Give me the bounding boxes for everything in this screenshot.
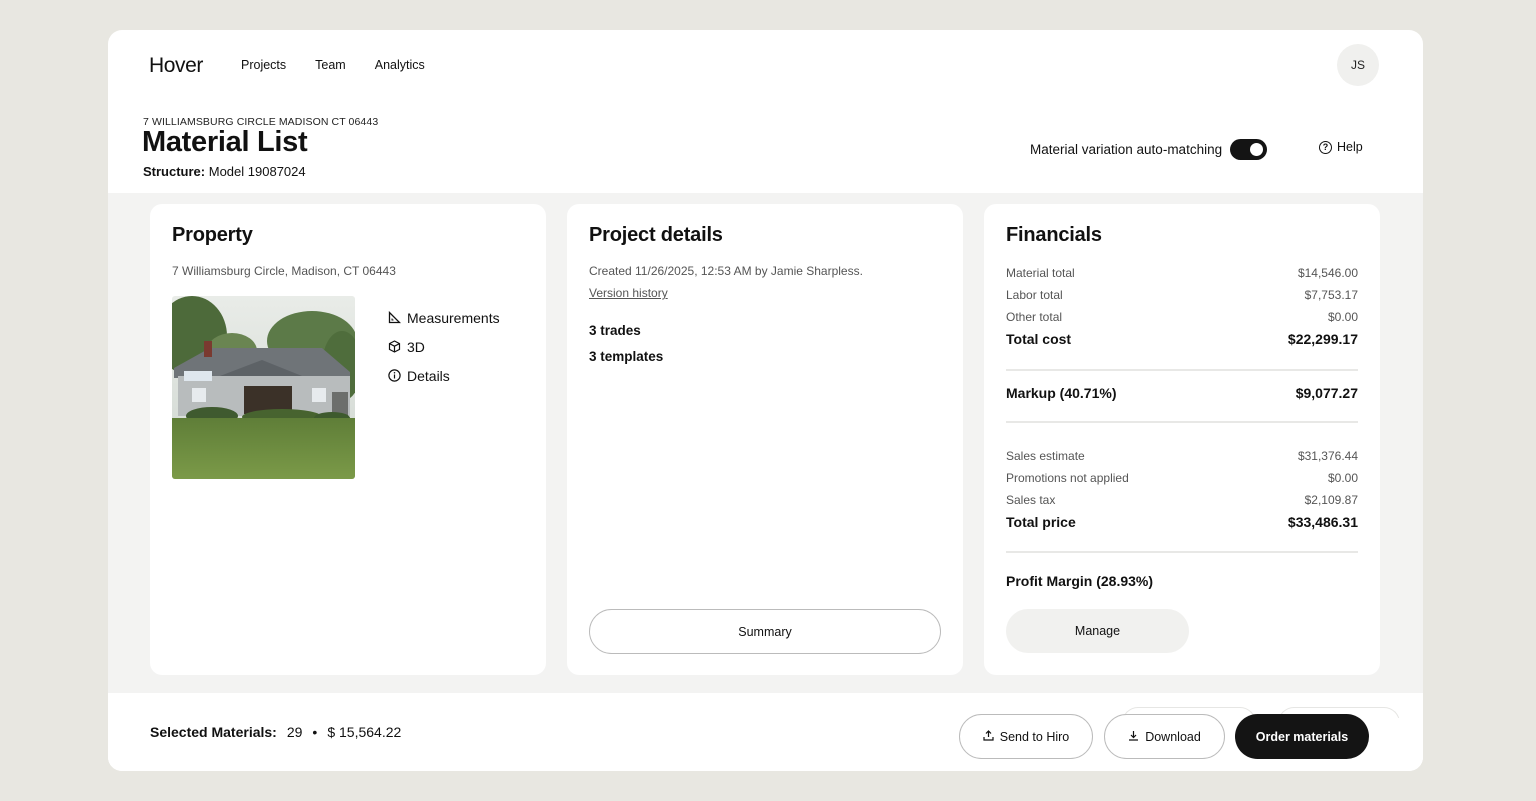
templates-count: 3 templates: [589, 349, 664, 364]
trades-count: 3 trades: [589, 323, 641, 338]
nav-item-analytics[interactable]: Analytics: [375, 58, 425, 72]
total-cost-row: Total cost $22,299.17: [1006, 328, 1358, 350]
app-window: Hover Projects Team Analytics JS 7 WILLI…: [108, 30, 1423, 771]
fin-row: Labor total $7,753.17: [1006, 284, 1358, 306]
price-breakdown: Sales estimate $31,376.44 Promotions not…: [1006, 445, 1358, 533]
fin-row: Other total $0.00: [1006, 306, 1358, 328]
download-label: Download: [1145, 729, 1201, 744]
total-price-row: Total price $33,486.31: [1006, 511, 1358, 533]
send-to-hiro-label: Send to Hiro: [999, 729, 1070, 744]
fin-row-label: Material total: [1006, 266, 1075, 280]
fin-row-value: $31,376.44: [1297, 449, 1358, 463]
download-button[interactable]: Download: [1104, 714, 1225, 759]
top-nav: Hover Projects Team Analytics JS: [108, 30, 1423, 102]
total-price-value: $33,486.31: [1287, 514, 1358, 530]
fin-row-label: Labor total: [1006, 288, 1063, 302]
structure-value: Model 19087024: [208, 164, 306, 179]
measurements-label: Measurements: [407, 309, 500, 326]
total-cost-label: Total cost: [1006, 331, 1072, 347]
fin-row-value: $2,109.87: [1304, 493, 1358, 507]
nav-item-team[interactable]: Team: [315, 58, 346, 72]
divider: [1006, 551, 1358, 553]
hover-logo[interactable]: Hover: [149, 54, 203, 78]
selected-amount: $ 15,564.22: [327, 724, 402, 740]
fin-row-label: Other total: [1006, 310, 1063, 324]
nav-item-projects[interactable]: Projects: [241, 58, 286, 72]
fin-row-label: Sales tax: [1006, 493, 1056, 507]
info-icon: [388, 369, 402, 382]
project-details-title: Project details: [589, 224, 723, 246]
order-materials-button[interactable]: Order materials: [1235, 714, 1369, 759]
version-history-link[interactable]: Version history: [589, 286, 668, 300]
details-label: Details: [407, 367, 450, 384]
property-photo[interactable]: [172, 296, 355, 479]
structure-label: Structure:: [143, 164, 206, 179]
property-address: 7 Williamsburg Circle, Madison, CT 06443: [172, 264, 396, 278]
user-avatar[interactable]: JS: [1337, 44, 1379, 86]
fin-row-value: $7,753.17: [1304, 288, 1358, 302]
fin-row-value: $0.00: [1327, 471, 1358, 485]
3d-label: 3D: [407, 338, 425, 355]
automatch-control: Material variation auto-matching: [1030, 139, 1268, 160]
property-title: Property: [172, 224, 253, 246]
selected-count: 29: [286, 724, 303, 740]
manage-button[interactable]: Manage: [1006, 609, 1189, 653]
fin-row: Sales estimate $31,376.44: [1006, 445, 1358, 467]
nav-links: Projects Team Analytics: [241, 58, 454, 72]
financials-title: Financials: [1006, 224, 1102, 246]
project-details-card: Project details Created 11/26/2025, 12:5…: [567, 204, 963, 675]
help-link[interactable]: ? Help: [1319, 140, 1363, 154]
measurements-link[interactable]: Measurements: [388, 303, 500, 332]
3d-link[interactable]: 3D: [388, 332, 500, 361]
content-area: Property 7 Williamsburg Circle, Madison,…: [108, 193, 1423, 693]
structure-line: Structure: Model 19087024: [143, 164, 306, 179]
cost-breakdown: Material total $14,546.00 Labor total $7…: [1006, 262, 1358, 350]
fin-row: Material total $14,546.00: [1006, 262, 1358, 284]
fin-row-label: Promotions not applied: [1006, 471, 1129, 485]
help-label: Help: [1337, 140, 1363, 154]
fin-row: Promotions not applied $0.00: [1006, 467, 1358, 489]
fin-row-label: Sales estimate: [1006, 449, 1085, 463]
automatch-label: Material variation auto-matching: [1030, 142, 1223, 157]
upload-icon: [983, 729, 994, 744]
question-icon: ?: [1319, 140, 1332, 154]
financials-card: Financials Material total $14,546.00 Lab…: [984, 204, 1380, 675]
profit-margin: Profit Margin (28.93%): [1006, 573, 1154, 589]
separator: •: [312, 724, 318, 740]
summary-button[interactable]: Summary: [589, 609, 941, 654]
markup-value: $9,077.27: [1295, 385, 1358, 401]
send-to-hiro-button[interactable]: Send to Hiro: [959, 714, 1093, 759]
property-links: Measurements 3D Details: [388, 303, 500, 390]
fin-row-value: $0.00: [1327, 310, 1358, 324]
markup-label: Markup (40.71%): [1006, 385, 1117, 401]
page-title: Material List: [142, 126, 308, 158]
project-created: Created 11/26/2025, 12:53 AM by Jamie Sh…: [589, 264, 863, 278]
details-link[interactable]: Details: [388, 361, 500, 390]
download-icon: [1128, 730, 1139, 744]
markup-row: Markup (40.71%) $9,077.27: [1006, 385, 1358, 401]
fin-row-value: $14,546.00: [1297, 266, 1358, 280]
ruler-icon: [388, 311, 402, 324]
cube-icon: [388, 340, 402, 353]
selected-materials-label: Selected Materials:: [150, 724, 277, 740]
total-price-label: Total price: [1006, 514, 1076, 530]
selected-materials-summary: Selected Materials: 29 • $ 15,564.22: [150, 724, 401, 740]
divider: [1006, 369, 1358, 371]
fin-row: Sales tax $2,109.87: [1006, 489, 1358, 511]
automatch-toggle[interactable]: [1230, 139, 1268, 160]
property-card: Property 7 Williamsburg Circle, Madison,…: [150, 204, 546, 675]
total-cost-value: $22,299.17: [1287, 331, 1358, 347]
bottom-action-bar: Selected Materials: 29 • $ 15,564.22 Sen…: [108, 714, 1423, 771]
divider: [1006, 421, 1358, 423]
